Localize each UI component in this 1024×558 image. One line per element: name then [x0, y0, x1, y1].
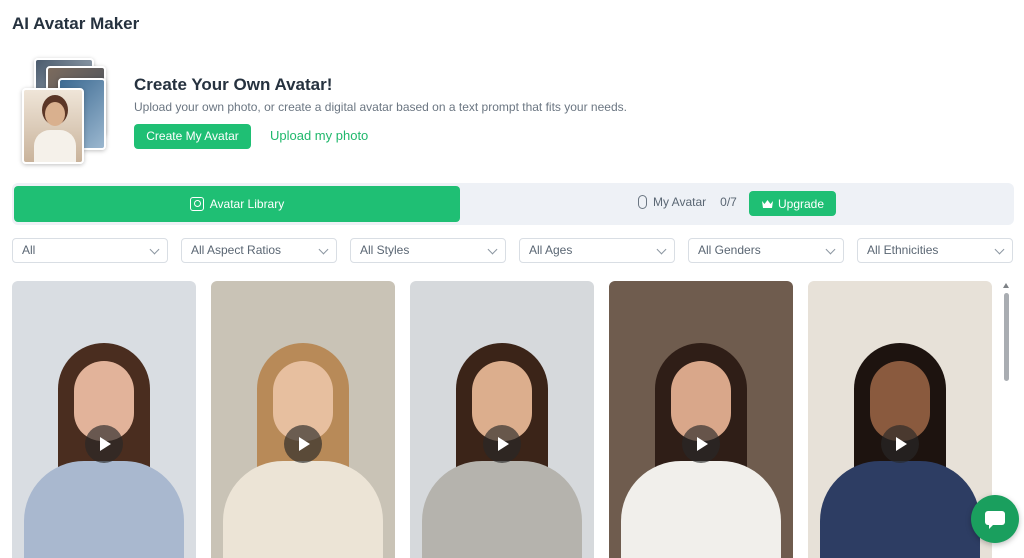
- banner-description: Upload your own photo, or create a digit…: [134, 100, 627, 114]
- filter-aspect-ratio[interactable]: All Aspect Ratios: [181, 238, 337, 263]
- play-icon[interactable]: [682, 425, 720, 463]
- crown-icon: [761, 199, 773, 208]
- avatar-library-icon: [189, 197, 204, 211]
- my-avatar-count: 0/7: [720, 195, 737, 209]
- chevron-down-icon: [994, 244, 1005, 255]
- chevron-down-icon: [149, 244, 160, 255]
- filter-ethnicity[interactable]: All Ethnicities: [857, 238, 1013, 263]
- chevron-down-icon: [318, 244, 329, 255]
- play-icon[interactable]: [483, 425, 521, 463]
- play-icon[interactable]: [881, 425, 919, 463]
- chevron-down-icon: [825, 244, 836, 255]
- filter-age[interactable]: All Ages: [519, 238, 675, 263]
- scroll-up-icon[interactable]: [1003, 283, 1009, 288]
- create-my-avatar-button[interactable]: Create My Avatar: [134, 124, 251, 149]
- avatar-card[interactable]: [808, 281, 992, 558]
- upload-my-photo-link[interactable]: Upload my photo: [270, 128, 368, 143]
- my-avatar-icon: [638, 195, 647, 209]
- play-icon[interactable]: [284, 425, 322, 463]
- tab-avatar-library-label: Avatar Library: [209, 197, 285, 211]
- avatar-tabs: Avatar Library My Avatar 0/7 Upgrade: [12, 183, 1014, 225]
- banner-title: Create Your Own Avatar!: [134, 75, 333, 94]
- page-title: AI Avatar Maker: [12, 14, 140, 33]
- upgrade-label: Upgrade: [777, 196, 825, 211]
- tab-my-avatar-label: My Avatar: [653, 195, 707, 209]
- avatar-card[interactable]: [410, 281, 594, 558]
- filter-bar: All All Aspect Ratios All Styles All Age…: [12, 238, 1014, 263]
- tab-my-avatar[interactable]: My Avatar 0/7: [638, 195, 737, 209]
- chat-icon: [985, 511, 1005, 529]
- chat-button[interactable]: [971, 495, 1019, 543]
- tab-avatar-library[interactable]: Avatar Library: [14, 186, 460, 222]
- avatar-stack-illustration: [20, 58, 116, 166]
- scrollbar-thumb[interactable]: [1004, 293, 1009, 381]
- filter-category[interactable]: All: [12, 238, 168, 263]
- avatar-card[interactable]: [609, 281, 793, 558]
- upgrade-button[interactable]: Upgrade: [749, 191, 836, 216]
- filter-style[interactable]: All Styles: [350, 238, 506, 263]
- create-avatar-banner: Create Your Own Avatar! Upload your own …: [20, 58, 627, 168]
- avatar-card[interactable]: [12, 281, 196, 558]
- filter-gender[interactable]: All Genders: [688, 238, 844, 263]
- play-icon[interactable]: [85, 425, 123, 463]
- avatar-grid: [12, 281, 1002, 558]
- chevron-down-icon: [656, 244, 667, 255]
- avatar-card[interactable]: [211, 281, 395, 558]
- chevron-down-icon: [487, 244, 498, 255]
